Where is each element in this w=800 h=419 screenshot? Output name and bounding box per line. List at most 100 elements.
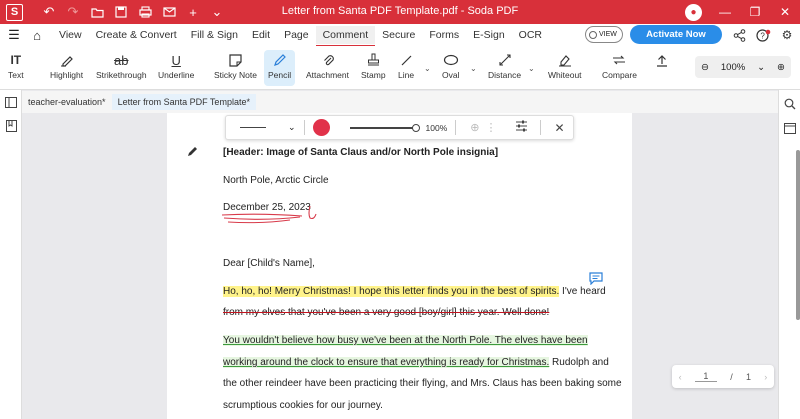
zoom-control: ⊖ 100% ⌄ ⊕ <box>695 56 791 78</box>
vertical-scrollbar[interactable] <box>796 150 800 320</box>
strikethrough-tool-label: Strikethrough <box>96 70 147 80</box>
save-icon[interactable] <box>109 0 133 24</box>
chevron-down-icon[interactable]: ⌄ <box>205 0 229 24</box>
oval-tool[interactable]: Oval <box>442 50 459 86</box>
opacity-slider[interactable] <box>349 123 420 132</box>
sticky-note-icon <box>229 50 242 70</box>
ruler-icon <box>498 50 512 70</box>
letter-paragraph-2-line-1: You wouldn't believe how busy we've been… <box>223 335 588 346</box>
line-dropdown-chevron-icon[interactable]: ⌄ <box>424 64 431 73</box>
comment-toolbar: IT Text Highlight ab Strikethrough U Und… <box>0 46 800 90</box>
menu-view[interactable]: View <box>52 26 89 44</box>
distance-dropdown-chevron-icon[interactable]: ⌄ <box>528 64 535 73</box>
zoom-level[interactable]: 100% <box>721 62 745 73</box>
freehand-pencil-annotation[interactable] <box>220 202 320 226</box>
compare-tool-label: Compare <box>602 70 637 80</box>
search-icon[interactable] <box>779 92 800 116</box>
letter-location: North Pole, Arctic Circle <box>223 175 329 186</box>
menu-esign[interactable]: E-Sign <box>466 26 512 44</box>
menu-comment[interactable]: Comment <box>315 26 376 47</box>
restore-icon[interactable]: ❐ <box>740 0 770 24</box>
help-icon[interactable]: ? <box>754 26 772 44</box>
activate-now-button[interactable]: Activate Now <box>630 25 722 44</box>
comment-note-icon[interactable] <box>589 272 603 288</box>
upload-tool[interactable] <box>656 50 668 86</box>
redo-icon[interactable]: ↷ <box>61 0 85 24</box>
sticky-note-tool[interactable]: Sticky Note <box>214 50 257 86</box>
highlighter-icon <box>60 50 74 70</box>
tab-letter-from-santa[interactable]: Letter from Santa PDF Template* <box>111 94 256 110</box>
letter-paragraph-2-line-3: the other reindeer have been practicing … <box>223 378 622 389</box>
hamburger-menu-icon[interactable]: ☰ <box>2 27 26 43</box>
underline-tool[interactable]: U Underline <box>158 50 194 86</box>
pencil-tool[interactable]: Pencil <box>264 50 296 86</box>
previous-page-icon[interactable]: ‹ <box>679 372 682 382</box>
strikethrough-text[interactable]: from my elves that you've been a very go… <box>223 307 549 318</box>
text-tool[interactable]: IT Text <box>8 50 24 86</box>
menu-edit[interactable]: Edit <box>245 26 277 44</box>
settings-gear-icon[interactable]: ⚙ <box>778 26 796 44</box>
undo-icon[interactable]: ↶ <box>37 0 61 24</box>
adjust-settings-icon[interactable] <box>515 120 528 135</box>
panel-toggle-icon[interactable] <box>0 90 22 114</box>
underlined-text[interactable]: You wouldn't believe how busy we've been… <box>223 335 588 346</box>
text-tool-icon: IT <box>10 53 22 67</box>
distance-tool[interactable]: Distance <box>488 50 521 86</box>
stamp-tool[interactable]: Stamp <box>361 50 386 86</box>
menu-create-convert[interactable]: Create & Convert <box>89 26 184 44</box>
mail-icon[interactable] <box>157 0 181 24</box>
color-swatch[interactable] <box>312 119 330 136</box>
underlined-text[interactable]: working around the clock to ensure that … <box>223 357 550 368</box>
zoom-dropdown-chevron-icon[interactable]: ⌄ <box>757 62 765 73</box>
thickness-dropdown-chevron-icon[interactable]: ⌄ <box>288 122 296 133</box>
user-avatar-icon[interactable]: ● <box>685 3 702 21</box>
line-thickness-preview[interactable] <box>240 127 266 128</box>
menu-bar: ☰ ⌂ View Create & Convert Fill & Sign Ed… <box>0 24 800 47</box>
share-icon[interactable] <box>730 26 748 44</box>
whiteout-tool[interactable]: Whiteout <box>548 50 582 86</box>
upload-icon <box>656 50 668 70</box>
line-tool[interactable]: Line <box>398 50 414 86</box>
next-page-icon[interactable]: › <box>764 372 767 382</box>
letter-paragraph-2-line-2: working around the clock to ensure that … <box>223 357 609 368</box>
close-icon[interactable]: ✕ <box>770 0 800 24</box>
menu-forms[interactable]: Forms <box>422 26 466 44</box>
add-icon[interactable]: + <box>181 0 205 24</box>
close-icon[interactable]: ✕ <box>555 121 565 135</box>
zoom-out-icon[interactable]: ⊖ <box>701 62 709 73</box>
letter-paragraph-2-line-4: scrumptious cookies for our journey. <box>223 400 383 411</box>
stamp-icon <box>367 50 380 70</box>
oval-dropdown-chevron-icon[interactable]: ⌄ <box>470 64 477 73</box>
view-mode-toggle[interactable]: VIEW <box>585 26 623 43</box>
opacity-slider-thumb[interactable] <box>411 123 420 132</box>
compare-icon <box>612 50 626 70</box>
stamp-tool-label: Stamp <box>361 70 386 80</box>
highlighted-text[interactable]: Ho, ho, ho! Merry Christmas! I hope this… <box>223 286 560 297</box>
home-icon[interactable]: ⌂ <box>26 28 48 43</box>
zoom-in-icon[interactable]: ⊕ <box>777 62 785 73</box>
menu-ocr[interactable]: OCR <box>512 26 549 44</box>
menu-page[interactable]: Page <box>277 26 316 44</box>
strikethrough-tool[interactable]: ab Strikethrough <box>96 50 147 86</box>
menu-secure[interactable]: Secure <box>375 26 422 44</box>
open-folder-icon[interactable] <box>85 0 109 24</box>
letter-paragraph-1-line-1: Ho, ho, ho! Merry Christmas! I hope this… <box>223 286 606 297</box>
divider <box>303 120 305 135</box>
current-page-input[interactable]: 1 <box>694 371 717 382</box>
side-panel-icon[interactable] <box>779 116 800 140</box>
letter-paragraph-1-line-2: from my elves that you've been a very go… <box>223 307 549 318</box>
bookmark-icon[interactable] <box>0 114 22 138</box>
menu-fill-sign[interactable]: Fill & Sign <box>184 26 245 44</box>
attachment-tool[interactable]: Attachment <box>306 50 349 86</box>
app-logo[interactable]: S <box>6 3 23 21</box>
letter-greeting: Dear [Child's Name], <box>223 258 315 269</box>
tab-teacher-evaluation[interactable]: teacher-evaluation* <box>22 94 112 110</box>
eraser-icon <box>558 50 572 70</box>
highlight-tool[interactable]: Highlight <box>50 50 83 86</box>
minimize-icon[interactable]: — <box>710 0 740 24</box>
compare-tool[interactable]: Compare <box>602 50 637 86</box>
divider <box>539 120 541 135</box>
print-icon[interactable] <box>133 0 157 24</box>
add-disabled-icon: ⊕ <box>470 122 480 134</box>
quick-access-toolbar: ↶ ↷ + ⌄ <box>37 0 229 24</box>
